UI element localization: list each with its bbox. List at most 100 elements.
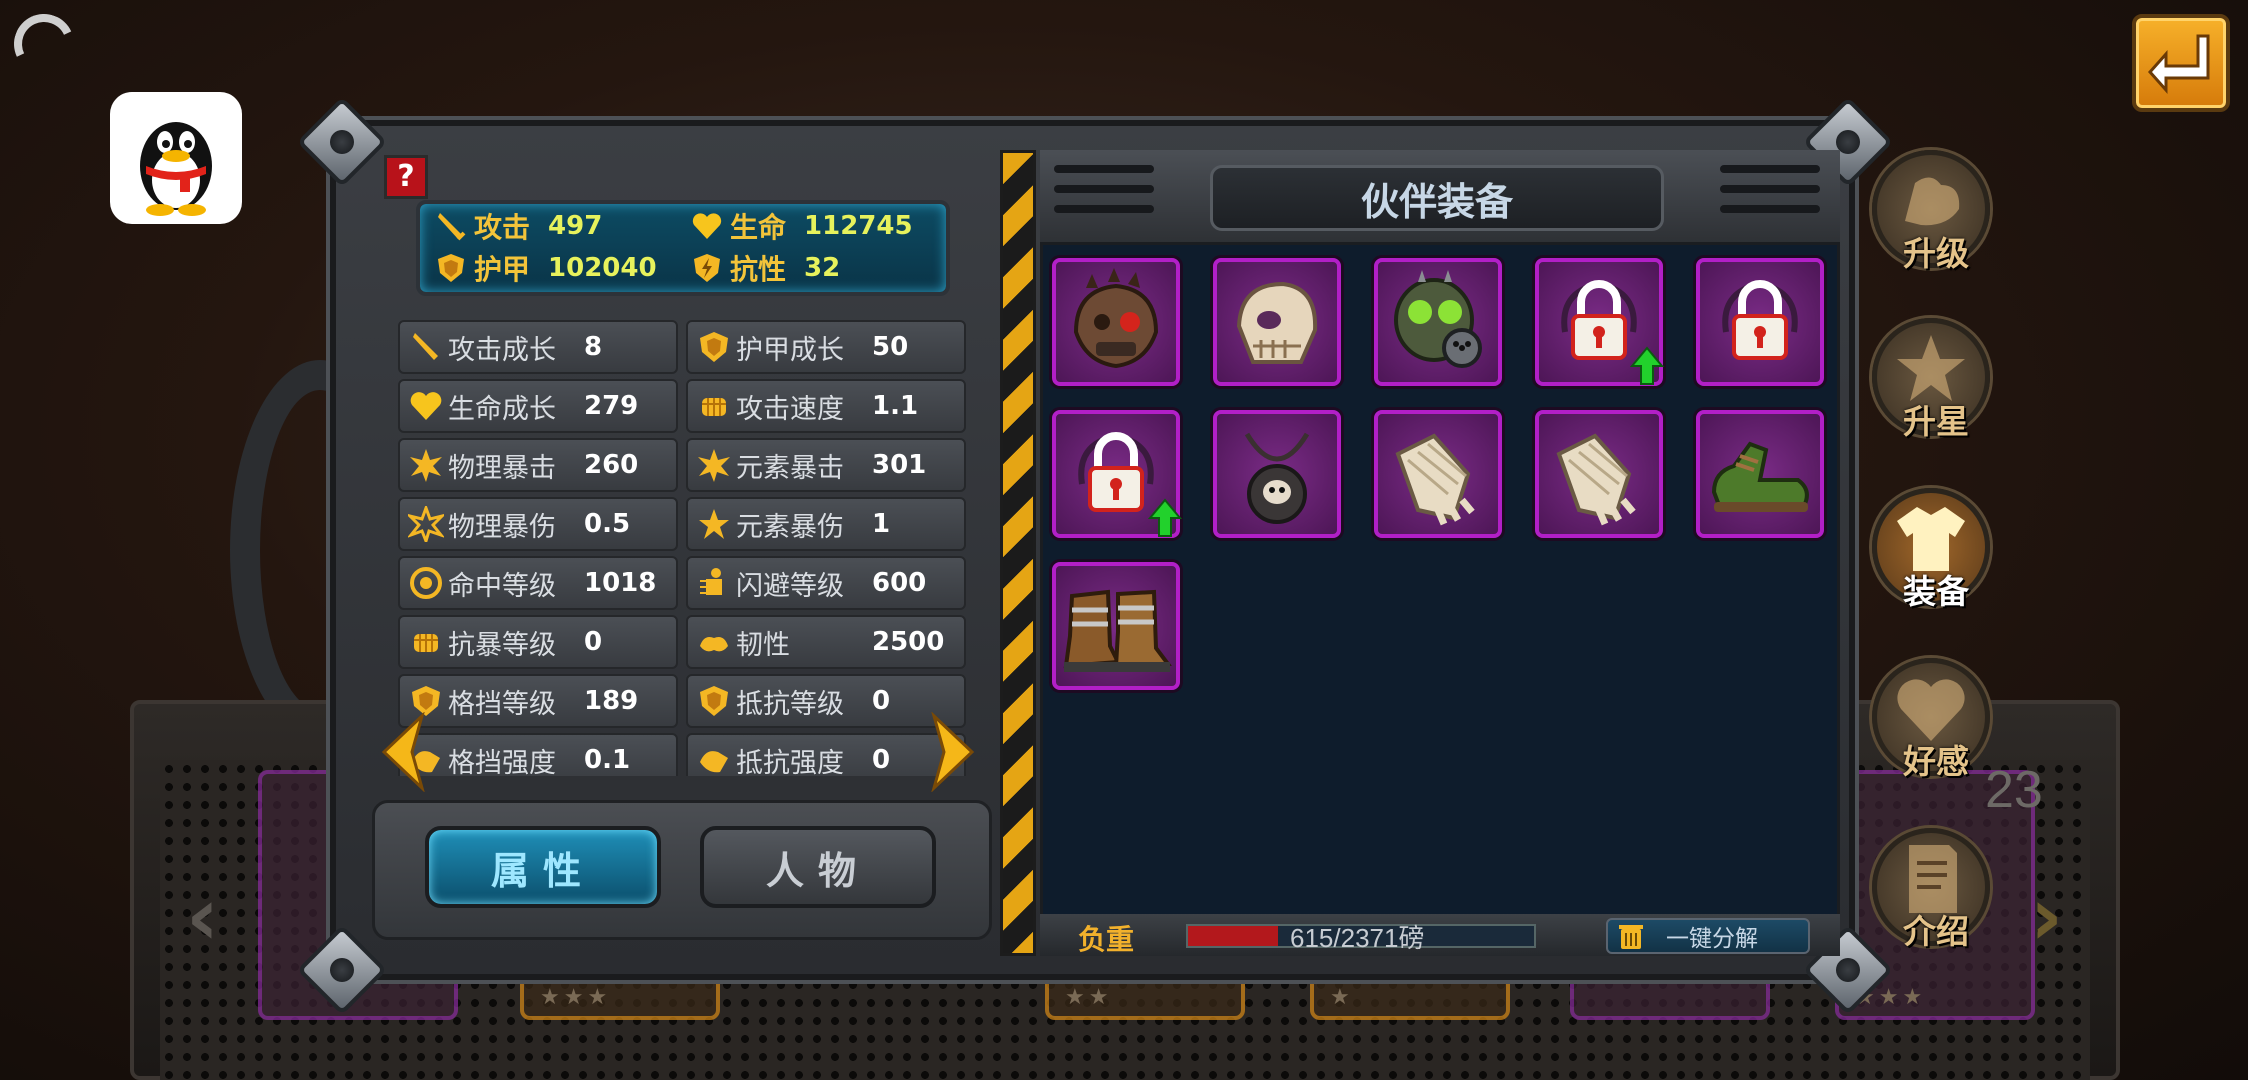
vent <box>1720 185 1820 193</box>
side-menu-equipment-button[interactable]: 装备 <box>1872 488 1990 611</box>
loading-spinner-icon <box>5 5 83 83</box>
block-icon <box>700 751 728 773</box>
side-menu-affection-button[interactable]: 好感 <box>1872 658 1990 781</box>
upgrade-arrow-icon <box>1148 498 1182 537</box>
background-stars: ★★ <box>1065 985 1113 1010</box>
muscle-icon <box>700 637 728 652</box>
stat-resist-strength: 抵抗强度 0 <box>686 733 966 776</box>
summary-armor-label: 护甲 <box>474 253 531 286</box>
vent <box>1054 165 1154 173</box>
summary-resist-label: 抗性 <box>730 253 787 286</box>
weight-value: 615/2371磅 <box>1290 923 1425 953</box>
equipment-slot[interactable] <box>1213 258 1341 386</box>
stat-label: 物理暴伤 <box>448 511 556 543</box>
stat-label: 抗暴等级 <box>448 629 556 661</box>
help-button[interactable]: ? <box>384 155 428 199</box>
stat-value: 50 <box>872 332 909 362</box>
gas-mask-icon <box>1394 270 1482 368</box>
stat-label: 抵抗强度 <box>736 747 844 777</box>
stat-label: 命中等级 <box>448 570 556 602</box>
burst-outline-icon <box>408 506 444 542</box>
heart-icon <box>410 392 442 420</box>
side-menu-label: 好感 <box>1903 742 1969 781</box>
stat-toughness: 韧性 2500 <box>686 615 966 669</box>
bandaged-gloves-icon <box>1556 433 1636 526</box>
dodge-icon <box>700 568 722 595</box>
trash-icon <box>1619 925 1643 949</box>
stat-label: 物理暴击 <box>448 452 556 484</box>
vent <box>1054 185 1154 193</box>
shield-icon <box>700 332 728 362</box>
stat-value: 1018 <box>584 568 657 598</box>
weight-label: 负重 <box>1078 923 1135 956</box>
stat-label: 元素暴击 <box>736 452 844 484</box>
star-burst-icon <box>699 509 729 539</box>
side-menu-label: 升星 <box>1903 402 1969 441</box>
skull-necklace-icon <box>1244 432 1310 524</box>
stat-label: 格挡强度 <box>448 747 556 777</box>
one-click-decompose-button[interactable]: 一键分解 <box>1606 918 1810 954</box>
stat-value: 1 <box>872 509 891 539</box>
equipment-slot[interactable] <box>1696 410 1824 538</box>
vent <box>1720 165 1820 173</box>
stat-resist-level: 抵抗等级 0 <box>686 674 966 728</box>
stat-label: 韧性 <box>736 629 790 661</box>
prev-page-arrow-icon[interactable] <box>378 712 428 792</box>
stat-value: 0 <box>584 627 603 657</box>
stat-label: 攻击速度 <box>736 393 844 425</box>
stat-block-level: 格挡等级 189 <box>398 674 678 728</box>
stat-label: 闪避等级 <box>736 570 844 602</box>
stat-list[interactable]: 攻击成长 8 护甲成长 50 生命成长 279 攻击速度 1.1 物理暴击 26… <box>396 316 968 776</box>
green-boots-icon <box>1711 441 1809 512</box>
equipment-slot-locked[interactable] <box>1696 258 1824 386</box>
tab-attributes[interactable]: 属性 <box>425 826 661 908</box>
equipment-slot[interactable] <box>1052 562 1180 690</box>
stat-attack-speed: 攻击速度 1.1 <box>686 379 966 433</box>
stat-attack-growth: 攻击成长 8 <box>398 320 678 374</box>
summary-attack: 攻击 497 <box>434 206 602 246</box>
stat-label: 元素暴伤 <box>736 511 844 543</box>
equipment-slot[interactable] <box>1535 410 1663 538</box>
stat-value: 0 <box>872 745 891 775</box>
summary-resist-value: 32 <box>804 253 841 283</box>
fist-icon <box>414 634 438 652</box>
side-menu-label: 装备 <box>1903 572 1969 611</box>
equipment-title: 伙伴装备 <box>1210 165 1664 231</box>
stat-element-crit: 元素暴击 301 <box>686 438 966 492</box>
next-page-arrow-icon[interactable] <box>928 712 978 792</box>
skull-helmet-icon <box>1236 281 1318 364</box>
stat-value: 600 <box>872 568 927 598</box>
tab-character[interactable]: 人物 <box>700 826 936 908</box>
side-menu-intro-button[interactable]: 介绍 <box>1872 828 1990 951</box>
lightning-shield-icon <box>694 254 720 282</box>
stat-label: 攻击成长 <box>448 334 556 366</box>
stat-value: 0.1 <box>584 745 631 775</box>
summary-resist: 抗性 32 <box>690 248 840 288</box>
summary-life-label: 生命 <box>730 211 787 244</box>
side-menu-label: 介绍 <box>1903 912 1969 951</box>
equipment-slot[interactable] <box>1213 410 1341 538</box>
stat-life-growth: 生命成长 279 <box>398 379 678 433</box>
background-right-arrow: › <box>2030 870 2063 963</box>
equipment-slot[interactable] <box>1374 258 1502 386</box>
summary-attack-label: 攻击 <box>474 211 531 244</box>
stat-value: 279 <box>584 391 639 421</box>
stat-label: 护甲成长 <box>736 334 844 366</box>
stat-label: 抵抗等级 <box>736 688 844 720</box>
stat-value: 260 <box>584 450 639 480</box>
qq-penguin-icon <box>110 92 242 224</box>
back-button[interactable] <box>2132 14 2230 112</box>
background-stars: ★ <box>1330 985 1354 1010</box>
summary-attack-value: 497 <box>548 211 603 241</box>
stat-value: 0.5 <box>584 509 631 539</box>
equipment-slot[interactable] <box>1374 410 1502 538</box>
stat-value: 1.1 <box>872 391 919 421</box>
leather-boots-icon <box>1063 589 1172 672</box>
stat-label: 格挡等级 <box>448 688 556 720</box>
stat-value: 8 <box>584 332 603 362</box>
side-menu-upgrade-button[interactable]: 升级 <box>1872 150 1990 273</box>
vent <box>1720 205 1820 213</box>
equipment-slot[interactable] <box>1052 258 1180 386</box>
stat-physical-crit: 物理暴击 260 <box>398 438 678 492</box>
side-menu-star-button[interactable]: 升星 <box>1872 318 1990 441</box>
